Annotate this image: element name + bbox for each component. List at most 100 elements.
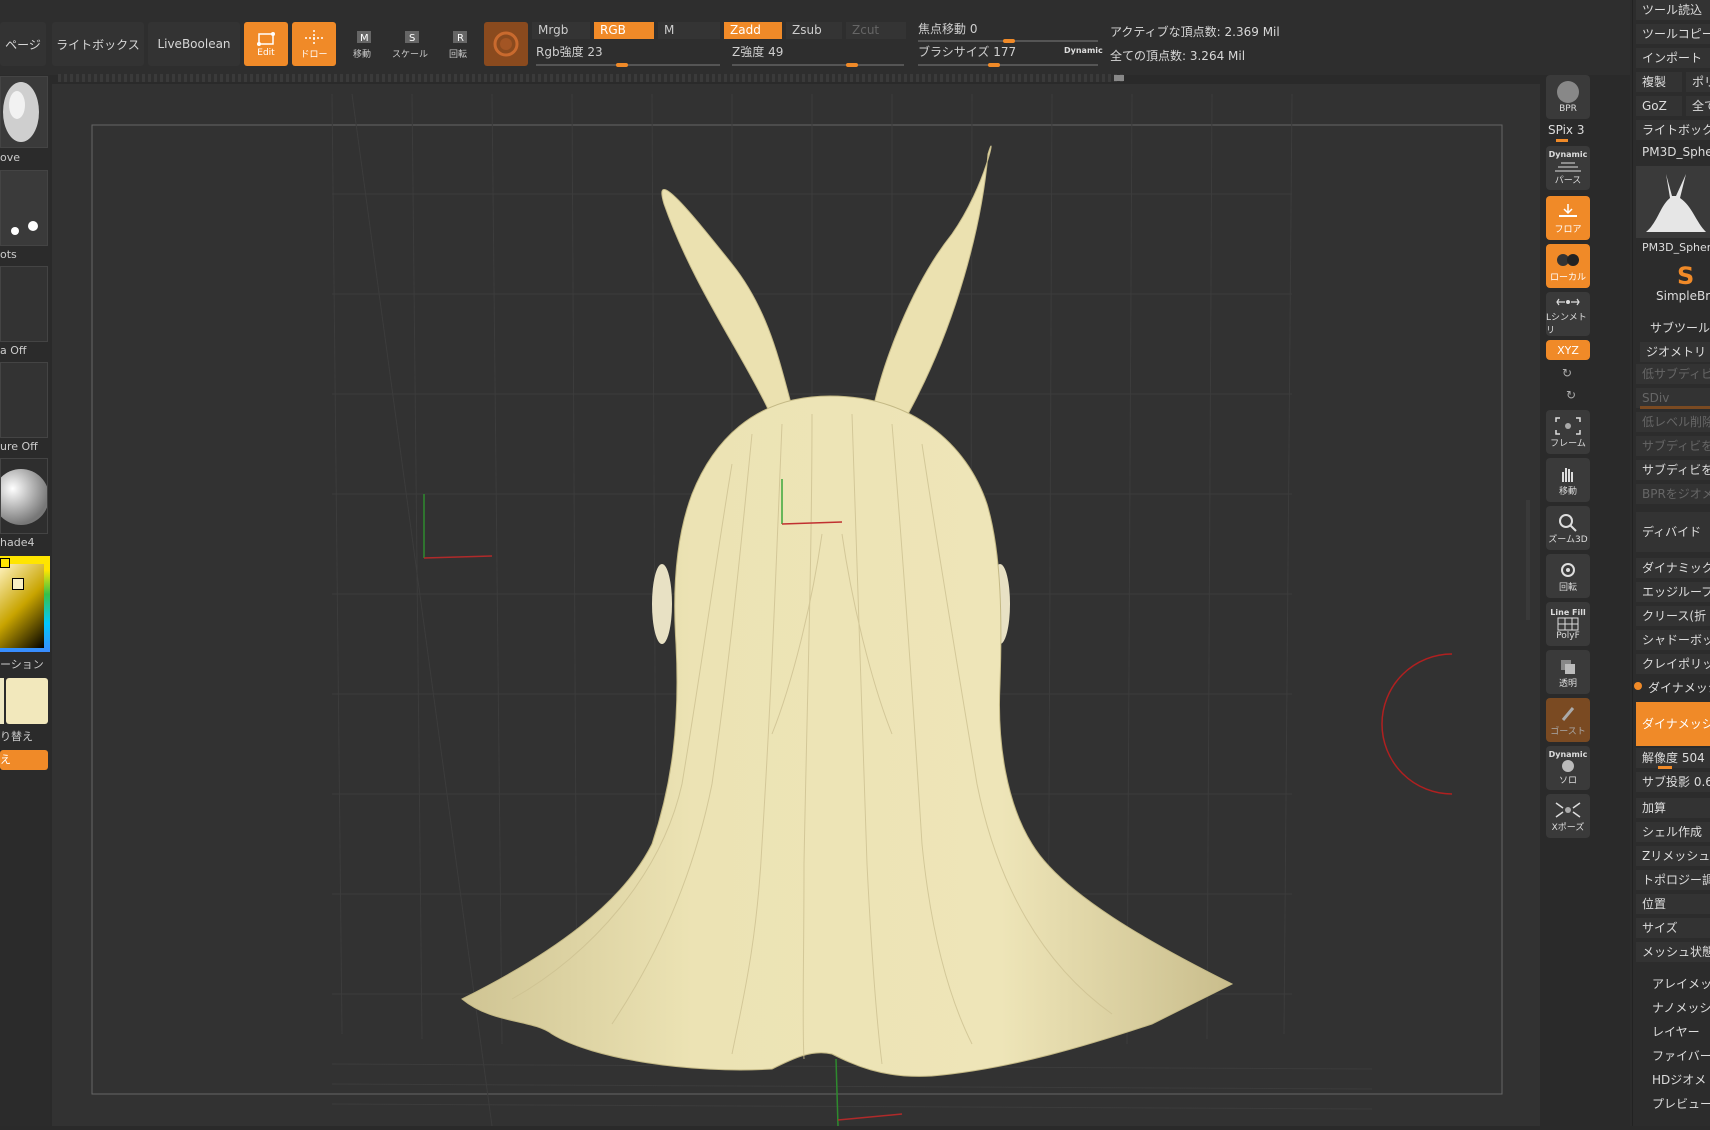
preview-menu[interactable]: プレビュー [1646,1094,1710,1114]
dynamic-subdiv-menu[interactable]: ダイナミック [1636,558,1710,578]
spix-slider[interactable]: SPix 3 [1548,123,1584,137]
color-picker[interactable] [0,556,50,652]
perspective-button[interactable]: Dynamic パース [1546,146,1590,190]
zremesher-menu[interactable]: Zリメッシュ [1636,846,1710,866]
focal-shift-slider[interactable]: 焦点移動 0 [914,21,1100,38]
switch-color-label[interactable]: り替え [0,728,33,744]
timeline-handle[interactable] [1114,75,1124,81]
arraymesh-menu[interactable]: アレイメッシ [1646,974,1710,994]
material-thumbnail[interactable] [0,458,49,534]
dynamesh-menu[interactable]: ダイナメッシ [1642,678,1710,698]
rgb-toggle[interactable]: RGB [594,22,654,39]
material-button[interactable] [484,22,528,66]
rgb-intensity-track[interactable] [536,64,720,66]
brush-size-track[interactable] [918,64,1098,66]
lower-subdiv-button[interactable]: 低サブディビ [1636,364,1710,384]
solo-button[interactable]: Dynamic ソロ [1546,746,1590,790]
z-intensity-track[interactable] [732,64,904,66]
rgb-intensity-slider[interactable]: Rgb強度 23 [532,44,722,61]
copy-tool-button[interactable]: ツールコピー [1636,24,1710,44]
divide-button[interactable]: ディバイド [1636,512,1710,552]
load-tool-button[interactable]: ツール読込 [1636,0,1710,20]
floor-button[interactable]: フロア [1546,196,1590,240]
xpose-button[interactable]: Xポーズ [1546,794,1590,838]
make-polymesh-button[interactable]: ポリ [1686,72,1710,92]
texture-thumbnail[interactable] [0,362,48,438]
lsymmetry-button[interactable]: Lシンメトリ [1546,292,1590,336]
subtool-menu[interactable]: サブツール [1644,318,1710,338]
move-view-button[interactable]: 移動 [1546,458,1590,502]
color-cursor[interactable] [12,578,24,590]
xyz-button[interactable]: XYZ [1546,340,1590,360]
page-button[interactable]: ページ [0,22,46,66]
ghost-button[interactable]: ゴースト [1546,698,1590,742]
secondary-color-swatch[interactable] [0,678,4,724]
fibermesh-menu[interactable]: ファイバー [1646,1046,1710,1066]
brush-thumbnail[interactable] [0,76,48,148]
timeline-bar[interactable] [58,74,1124,82]
zcut-toggle[interactable]: Zcut [846,22,906,39]
sdiv-track[interactable] [1640,406,1710,409]
edit-button[interactable]: Edit [244,22,288,66]
mrgb-toggle[interactable]: Mrgb [532,22,590,39]
sdiv-slider[interactable]: SDiv [1636,388,1710,408]
reconstruct-subdiv-button[interactable]: サブディビを [1636,460,1710,480]
size-menu[interactable]: サイズ [1636,918,1710,938]
rotate-y-icon[interactable]: ↻ [1562,366,1572,380]
position-menu[interactable]: 位置 [1636,894,1710,914]
zoom3d-button[interactable]: ズーム3D [1546,506,1590,550]
mesh-integrity-menu[interactable]: メッシュ状態 [1636,942,1710,962]
stroke-thumbnail[interactable] [0,170,48,246]
transparency-button[interactable]: 透明 [1546,650,1590,694]
draw-button[interactable]: ドロー [292,22,336,66]
z-intensity-knob[interactable] [846,63,858,67]
nanomesh-menu[interactable]: ナノメッシュ [1646,998,1710,1018]
brush-dynamic-toggle[interactable]: Dynamic [1064,46,1103,55]
polyframe-button[interactable]: Line Fill PolyF [1546,602,1590,646]
color-square[interactable] [0,564,44,648]
resolution-slider[interactable]: 解像度 504 [1636,748,1710,768]
hd-geometry-menu[interactable]: HDジオメト [1646,1070,1710,1090]
bpr-button[interactable]: BPR [1546,75,1590,119]
all-button[interactable]: 全て [1686,96,1710,116]
rotate-view-button[interactable]: 回転 [1546,554,1590,598]
fill-object-button[interactable]: え [0,750,48,770]
canvas-scrollbar[interactable] [1526,500,1530,620]
bunny-model[interactable] [461,145,1234,1077]
claypolish-menu[interactable]: クレイポリッ [1636,654,1710,674]
import-button[interactable]: インポート [1636,48,1710,68]
rotate-button[interactable]: R 回転 [436,22,480,66]
move-button[interactable]: M 移動 [340,22,384,66]
spix-knob[interactable] [1556,139,1568,142]
color-hue-marker[interactable] [0,558,10,568]
clone-button[interactable]: 複製 [1636,72,1682,92]
crease-menu[interactable]: クリース(折 [1636,606,1710,626]
canvas-viewport[interactable] [52,84,1540,1127]
liveboolean-button[interactable]: LiveBoolean [148,22,240,66]
delete-lower-button[interactable]: 低レベル削除 [1636,412,1710,432]
create-shell-button[interactable]: シェル作成 [1636,822,1710,842]
tool-thumbnail[interactable] [1636,166,1710,238]
geometry-menu[interactable]: ジオメトリ [1640,342,1710,362]
m-toggle[interactable]: M [658,22,720,39]
goz-button[interactable]: GoZ [1636,96,1682,116]
zsub-toggle[interactable]: Zsub [786,22,842,39]
zadd-toggle[interactable]: Zadd [724,22,782,39]
frame-button[interactable]: フレーム [1546,410,1590,454]
shadowbox-menu[interactable]: シャドーボッ [1636,630,1710,650]
resolution-knob[interactable] [1658,766,1672,769]
subproject-slider[interactable]: サブ投影 0.6 [1636,772,1710,792]
bpr-to-geometry-button[interactable]: BPRをジオメ [1636,484,1710,504]
topology-menu[interactable]: トポロジー調 [1636,870,1710,890]
freeze-subdiv-button[interactable]: サブディビを [1636,436,1710,456]
local-button[interactable]: ローカル [1546,244,1590,288]
dynamesh-button[interactable]: ダイナメッシ [1636,702,1710,746]
edgeloop-menu[interactable]: エッジループ [1636,582,1710,602]
simplebrush-icon[interactable]: S [1674,262,1698,290]
focal-shift-knob[interactable] [1003,39,1015,43]
main-color-swatch[interactable] [6,678,48,724]
rotate-z-icon[interactable]: ↻ [1566,388,1576,402]
layers-menu[interactable]: レイヤー [1646,1022,1710,1042]
alpha-thumbnail[interactable] [0,266,48,342]
rgb-intensity-knob[interactable] [616,63,628,67]
